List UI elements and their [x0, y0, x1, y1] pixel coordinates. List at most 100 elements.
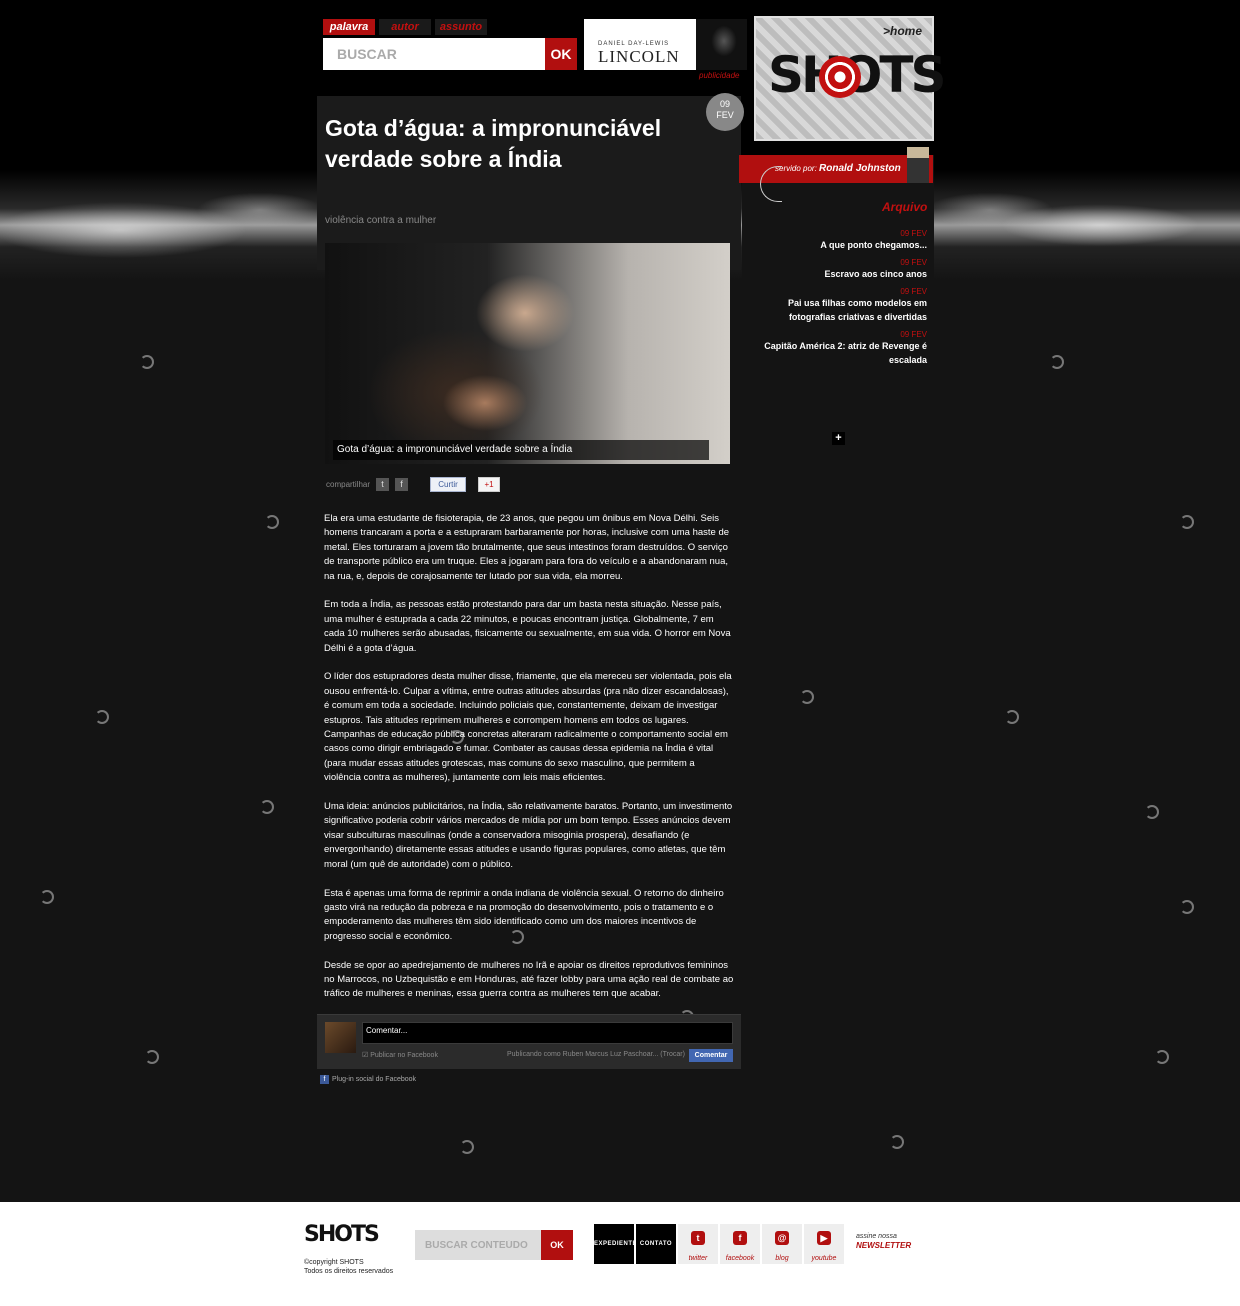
archive-title: Arquivo	[882, 200, 928, 214]
archive-date: 09 FEV	[900, 258, 927, 267]
share-row: compartilhar t f Curtir +1	[326, 477, 501, 492]
publishing-as-text: Publicando como Ruben Marcus Luz Paschoa…	[507, 1051, 685, 1058]
footer-youtube-link[interactable]: ▶ youtube	[804, 1224, 844, 1264]
ad-portrait-image	[696, 19, 747, 70]
share-label: compartilhar	[326, 480, 371, 489]
avatar	[325, 1022, 356, 1053]
publish-to-facebook-checkbox[interactable]: ☑ Publicar no Facebook	[362, 1051, 438, 1059]
publish-label: Publicar no Facebook	[370, 1052, 438, 1059]
article-title: Gota d’água: a impronunciável verdade so…	[325, 115, 662, 172]
search-tab-assunto[interactable]: assunto	[435, 19, 487, 35]
water-drop-icon	[40, 890, 54, 904]
copyright-line: ©copyright SHOTS	[304, 1259, 364, 1266]
footer-copyright: ©copyright SHOTS Todos os direitos reser…	[304, 1258, 393, 1276]
water-drop-icon	[800, 690, 814, 704]
footer-search-input[interactable]	[415, 1230, 541, 1260]
image-caption: Gota d’água: a impronunciável verdade so…	[333, 440, 709, 460]
water-drop-icon	[1145, 805, 1159, 819]
search-tab-autor[interactable]: autor	[379, 19, 431, 35]
article-paragraph: Uma ideia: anúncios publicitários, na Ín…	[324, 801, 733, 870]
footer-main-row: SHOTS ©copyright SHOTS Todos os direitos…	[0, 1202, 1240, 1275]
archive-date: 09 FEV	[900, 330, 927, 339]
facebook-plugin-label[interactable]: f Plug-in social do Facebook	[320, 1075, 416, 1084]
footer-blog-link[interactable]: @ blog	[762, 1224, 802, 1264]
twitter-icon: t	[691, 1231, 705, 1245]
footer-twitter-link[interactable]: t twitter	[678, 1224, 718, 1264]
archive-item[interactable]: 09 FEV Capitão América 2: atriz de Reven…	[760, 330, 927, 367]
lincoln-ad-banner[interactable]: DANIEL DAY-LEWIS LINCOLN	[584, 19, 747, 70]
water-drop-icon	[1155, 1050, 1169, 1064]
article-subtitle: violência contra a mulher	[325, 215, 437, 226]
water-drop-icon	[140, 355, 154, 369]
youtube-icon: ▶	[817, 1231, 831, 1245]
water-drop-icon	[1050, 355, 1064, 369]
archive-title-link[interactable]: Escravo aos cinco anos	[760, 267, 927, 281]
served-by-text: servido por: Ronald Johnston	[775, 163, 901, 174]
search-tab-palavra[interactable]: palavra	[323, 19, 375, 35]
water-drop-icon	[1180, 515, 1194, 529]
author-avatar	[907, 147, 929, 183]
date-day: 09	[719, 99, 730, 109]
date-month: FEV	[716, 110, 734, 120]
newsletter-prefix: assine nossa	[856, 1233, 897, 1240]
plugin-label-text: Plug-in social do Facebook	[332, 1076, 417, 1083]
google-plus-button[interactable]: +1	[478, 477, 501, 492]
archive-date: 09 FEV	[900, 287, 927, 296]
site-logo[interactable]: >home SHOTS	[754, 16, 946, 141]
article-image: Gota d’água: a impronunciável verdade so…	[325, 243, 730, 464]
home-link[interactable]: >home	[883, 24, 922, 38]
comment-submit-button[interactable]: Comentar	[689, 1049, 733, 1062]
water-drop-icon	[1005, 710, 1019, 724]
newsletter-label: NEWSLETTER	[856, 1241, 912, 1250]
archive-item[interactable]: 09 FEV Pai usa filhas como modelos em fo…	[760, 287, 927, 324]
water-drop-icon	[95, 710, 109, 724]
facebook-share-icon[interactable]: f	[395, 478, 409, 491]
target-icon	[819, 56, 861, 98]
article-paragraph: Ela era uma estudante de fisioterapia, d…	[324, 513, 730, 582]
footer-logo[interactable]: SHOTS	[304, 1222, 380, 1247]
water-drop-icon	[145, 1050, 159, 1064]
author-name[interactable]: Ronald Johnston	[819, 163, 901, 174]
archive-item[interactable]: 09 FEV A que ponto chegamos...	[760, 229, 927, 252]
footer-facebook-link[interactable]: f facebook	[720, 1224, 760, 1264]
water-drop-icon	[260, 800, 274, 814]
article-paragraph: Em toda a Índia, as pessoas estão protes…	[324, 599, 731, 654]
facebook-comment-box: Comentar... ☑ Publicar no Facebook Publi…	[317, 1014, 741, 1069]
archive-item[interactable]: 09 FEV Escravo aos cinco anos	[760, 258, 927, 281]
article-date-badge: 09 FEV	[706, 93, 744, 131]
archive-title-link[interactable]: Pai usa filhas como modelos em fotografi…	[760, 296, 927, 324]
search-ok-button[interactable]: OK	[545, 38, 577, 70]
search-tabs: palavra autor assunto	[323, 19, 487, 35]
facebook-icon: f	[320, 1075, 329, 1084]
comment-input[interactable]: Comentar...	[362, 1022, 733, 1044]
ad-title: LINCOLN	[598, 47, 680, 66]
footer-contato-button[interactable]: CONTATO	[636, 1224, 676, 1264]
footer: SHOTS ©copyright SHOTS Todos os direitos…	[0, 1202, 1240, 1306]
copyright-line: Todos os direitos reservados	[304, 1268, 394, 1275]
archive-list: 09 FEV A que ponto chegamos... 09 FEV Es…	[760, 229, 927, 373]
water-drop-icon	[265, 515, 279, 529]
ad-label: publicidade	[699, 71, 740, 80]
search-input[interactable]	[323, 38, 545, 70]
facebook-icon: f	[733, 1231, 747, 1245]
water-drop-icon	[890, 1135, 904, 1149]
archive-title-link[interactable]: Capitão América 2: atriz de Revenge é es…	[760, 339, 927, 367]
social-label: twitter	[688, 1255, 708, 1262]
archive-date: 09 FEV	[900, 229, 927, 238]
twitter-share-icon[interactable]: t	[376, 478, 390, 491]
footer-search-ok-button[interactable]: OK	[541, 1230, 573, 1260]
footer-expediente-button[interactable]: EXPEDIENTE	[594, 1224, 637, 1264]
facebook-like-button[interactable]: Curtir	[430, 477, 467, 492]
social-label: blog	[775, 1255, 789, 1262]
water-drop-icon	[1180, 900, 1194, 914]
article-paragraph: Esta é apenas uma forma de reprimir a on…	[324, 887, 724, 942]
blog-icon: @	[775, 1231, 789, 1245]
archive-title-link[interactable]: A que ponto chegamos...	[760, 238, 927, 252]
article-paragraph: O líder dos estupradores desta mulher di…	[324, 671, 732, 784]
article-body: Ela era uma estudante de fisioterapia, d…	[324, 512, 734, 1016]
archive-more-button[interactable]: +	[832, 432, 845, 445]
water-drop-icon	[460, 1140, 474, 1154]
footer-newsletter-link[interactable]: assine nossa NEWSLETTER	[856, 1232, 911, 1251]
article-paragraph: Desde se opor ao apedrejamento de mulher…	[324, 959, 734, 1000]
social-label: facebook	[725, 1255, 755, 1262]
